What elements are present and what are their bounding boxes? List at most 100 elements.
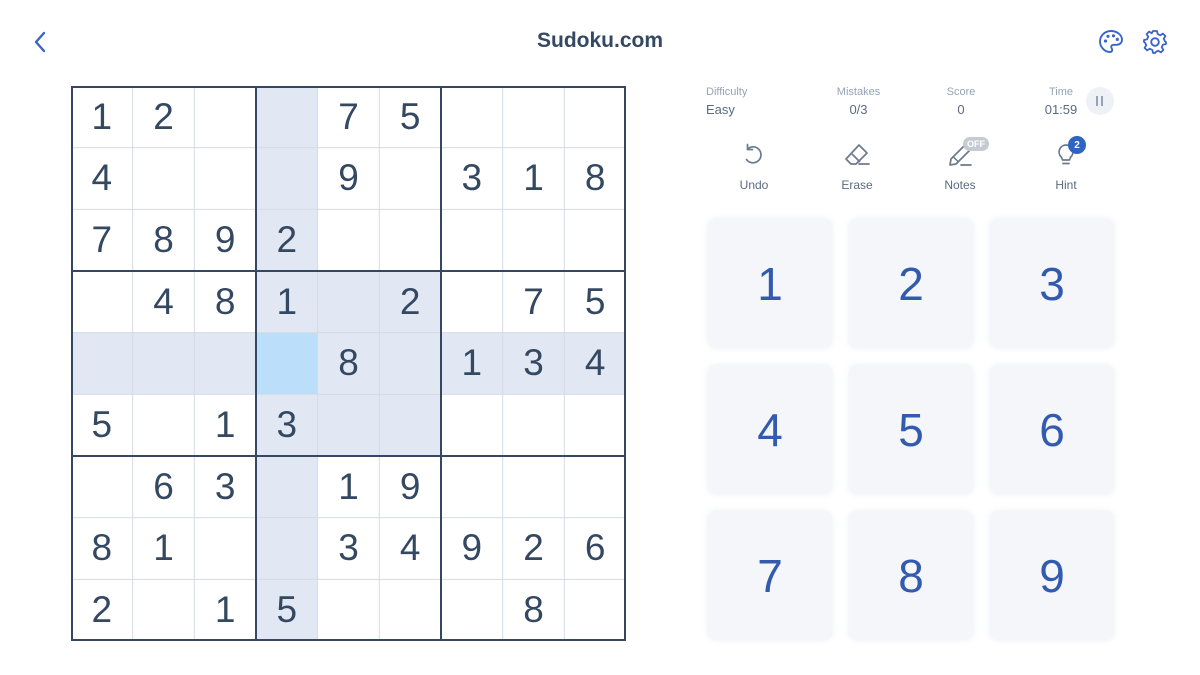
sudoku-cell[interactable]: 5: [71, 394, 133, 456]
sudoku-cell[interactable]: 8: [132, 209, 195, 271]
sudoku-cell[interactable]: 2: [71, 579, 133, 641]
hint-button[interactable]: 2 Hint: [1031, 136, 1101, 200]
sudoku-cell[interactable]: [256, 332, 318, 395]
sudoku-cell[interactable]: 1: [132, 517, 195, 580]
sudoku-cell[interactable]: 1: [194, 394, 256, 456]
sudoku-cell[interactable]: 6: [132, 456, 195, 518]
sudoku-cell[interactable]: 8: [502, 579, 565, 641]
number-button-5[interactable]: 5: [849, 365, 973, 494]
sudoku-cell[interactable]: 4: [379, 517, 441, 580]
sudoku-cell[interactable]: 2: [256, 209, 318, 271]
sudoku-cell[interactable]: 1: [71, 86, 133, 148]
sudoku-cell[interactable]: [379, 147, 441, 210]
theme-button[interactable]: [1097, 28, 1125, 56]
sudoku-cell[interactable]: [132, 579, 195, 641]
sudoku-cell[interactable]: [132, 147, 195, 210]
sudoku-cell[interactable]: 1: [317, 456, 380, 518]
sudoku-cell[interactable]: [379, 332, 441, 395]
number-button-3[interactable]: 3: [990, 219, 1114, 348]
sudoku-cell[interactable]: [502, 394, 565, 456]
sudoku-cell[interactable]: 1: [502, 147, 565, 210]
sudoku-cell[interactable]: 7: [317, 86, 380, 148]
sudoku-cell[interactable]: [71, 271, 133, 333]
sudoku-cell[interactable]: [317, 579, 380, 641]
sudoku-cell[interactable]: 1: [194, 579, 256, 641]
sudoku-cell[interactable]: [132, 332, 195, 395]
sudoku-cell[interactable]: [194, 517, 256, 580]
sudoku-cell[interactable]: [441, 86, 503, 148]
sudoku-cell[interactable]: 9: [441, 517, 503, 580]
sudoku-cell[interactable]: [441, 271, 503, 333]
sudoku-cell[interactable]: [256, 86, 318, 148]
sudoku-cell[interactable]: 5: [379, 86, 441, 148]
sudoku-cell[interactable]: [132, 394, 195, 456]
sudoku-cell[interactable]: [71, 332, 133, 395]
score-label: Score: [946, 86, 976, 98]
sudoku-cell[interactable]: 9: [317, 147, 380, 210]
sudoku-cell[interactable]: 5: [256, 579, 318, 641]
sudoku-cell[interactable]: [502, 86, 565, 148]
sudoku-cell[interactable]: 1: [256, 271, 318, 333]
number-button-6[interactable]: 6: [990, 365, 1114, 494]
sudoku-cell[interactable]: [256, 456, 318, 518]
sudoku-cell[interactable]: [317, 394, 380, 456]
sudoku-cell[interactable]: [564, 579, 626, 641]
stat-time: Time 01:59: [1041, 86, 1081, 117]
sudoku-cell[interactable]: 4: [132, 271, 195, 333]
undo-button[interactable]: Undo: [719, 140, 789, 200]
sudoku-cell[interactable]: [71, 456, 133, 518]
sudoku-cell[interactable]: 8: [317, 332, 380, 395]
sudoku-cell[interactable]: 1: [441, 332, 503, 395]
number-button-9[interactable]: 9: [990, 511, 1114, 640]
sudoku-cell[interactable]: [564, 86, 626, 148]
sudoku-cell[interactable]: 8: [71, 517, 133, 580]
sudoku-cell[interactable]: [194, 86, 256, 148]
erase-button[interactable]: Erase: [822, 140, 892, 200]
number-button-8[interactable]: 8: [849, 511, 973, 640]
sudoku-cell[interactable]: [256, 147, 318, 210]
number-button-1[interactable]: 1: [708, 219, 832, 348]
settings-button[interactable]: [1141, 28, 1169, 56]
sudoku-cell[interactable]: [441, 456, 503, 518]
sudoku-cell[interactable]: [441, 579, 503, 641]
sudoku-cell[interactable]: [502, 209, 565, 271]
sudoku-cell[interactable]: 8: [564, 147, 626, 210]
sudoku-cell[interactable]: [194, 332, 256, 395]
sudoku-cell[interactable]: [379, 394, 441, 456]
sudoku-cell[interactable]: [194, 147, 256, 210]
sudoku-cell[interactable]: 3: [194, 456, 256, 518]
sudoku-cell[interactable]: [379, 209, 441, 271]
sudoku-cell[interactable]: [379, 579, 441, 641]
sudoku-cell[interactable]: 2: [502, 517, 565, 580]
sudoku-cell[interactable]: [256, 517, 318, 580]
sudoku-cell[interactable]: 9: [194, 209, 256, 271]
number-button-7[interactable]: 7: [708, 511, 832, 640]
sudoku-cell[interactable]: 3: [502, 332, 565, 395]
sudoku-cell[interactable]: [502, 456, 565, 518]
sudoku-cell[interactable]: [564, 209, 626, 271]
sudoku-cell[interactable]: 2: [379, 271, 441, 333]
sudoku-cell[interactable]: [317, 209, 380, 271]
sudoku-cell[interactable]: [441, 394, 503, 456]
notes-button[interactable]: OFF Notes: [925, 137, 995, 200]
sudoku-cell[interactable]: 7: [71, 209, 133, 271]
time-value: 01:59: [1044, 102, 1078, 117]
sudoku-cell[interactable]: 4: [564, 332, 626, 395]
sudoku-cell[interactable]: 7: [502, 271, 565, 333]
sudoku-cell[interactable]: 8: [194, 271, 256, 333]
sudoku-cell[interactable]: 4: [71, 147, 133, 210]
number-button-4[interactable]: 4: [708, 365, 832, 494]
sudoku-cell[interactable]: 9: [379, 456, 441, 518]
sudoku-cell[interactable]: 3: [441, 147, 503, 210]
sudoku-cell[interactable]: 6: [564, 517, 626, 580]
sudoku-cell[interactable]: 3: [317, 517, 380, 580]
sudoku-cell[interactable]: [564, 456, 626, 518]
pause-button[interactable]: [1086, 87, 1114, 115]
sudoku-cell[interactable]: 3: [256, 394, 318, 456]
sudoku-cell[interactable]: 2: [132, 86, 195, 148]
sudoku-cell[interactable]: [317, 271, 380, 333]
sudoku-cell[interactable]: 5: [564, 271, 626, 333]
sudoku-cell[interactable]: [564, 394, 626, 456]
sudoku-cell[interactable]: [441, 209, 503, 271]
number-button-2[interactable]: 2: [849, 219, 973, 348]
